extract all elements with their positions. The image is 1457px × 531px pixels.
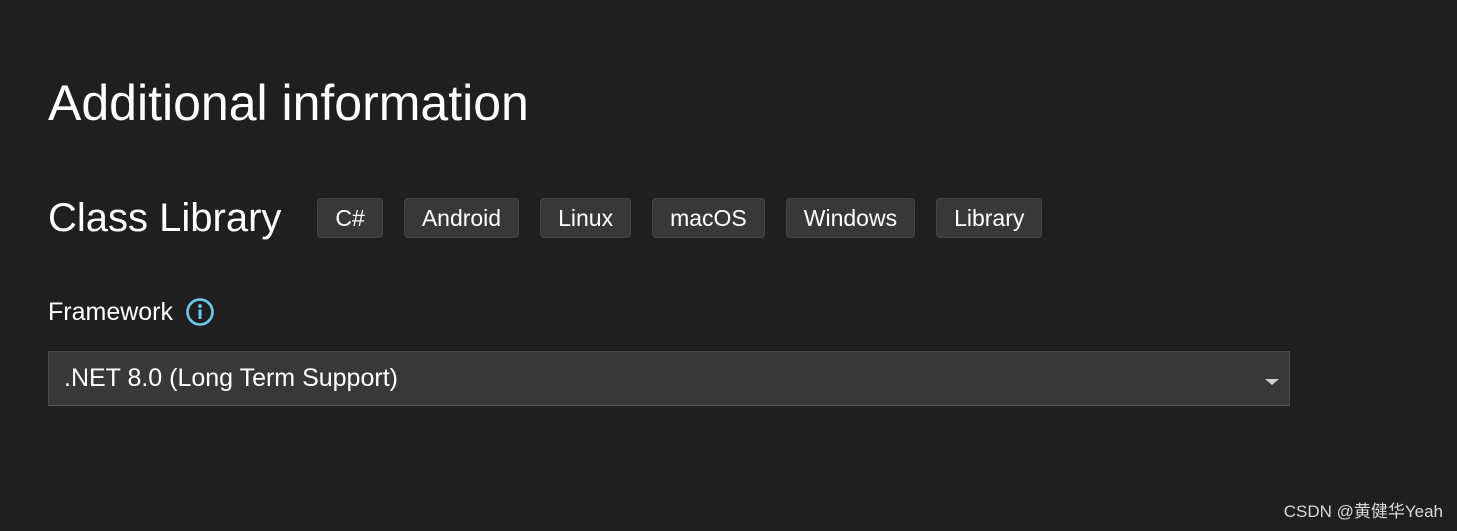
- tag-windows: Windows: [785, 198, 916, 238]
- framework-label: Framework: [48, 298, 174, 326]
- framework-select[interactable]: .NET 8.0 (Long Term Support): [48, 351, 1290, 406]
- framework-select-value: .NET 8.0 (Long Term Support): [64, 364, 398, 392]
- tag-library: Library: [936, 198, 1043, 238]
- chevron-down-icon[interactable]: [1264, 374, 1280, 385]
- additional-information-page: Additional information Class Library C# …: [0, 0, 1457, 531]
- tag-android: Android: [403, 198, 520, 238]
- watermark: CSDN @黄健华Yeah: [1283, 502, 1443, 521]
- framework-label-row: Framework: [48, 294, 215, 330]
- template-summary: Class Library C# Android Linux macOS Win…: [48, 194, 1063, 242]
- tag-csharp: C#: [317, 198, 383, 238]
- template-tags: C# Android Linux macOS Windows Library: [317, 198, 1063, 238]
- tag-macos: macOS: [652, 198, 765, 238]
- tag-linux: Linux: [540, 198, 632, 238]
- page-title: Additional information: [48, 75, 529, 131]
- template-name: Class Library: [48, 196, 282, 240]
- info-icon[interactable]: [185, 297, 215, 327]
